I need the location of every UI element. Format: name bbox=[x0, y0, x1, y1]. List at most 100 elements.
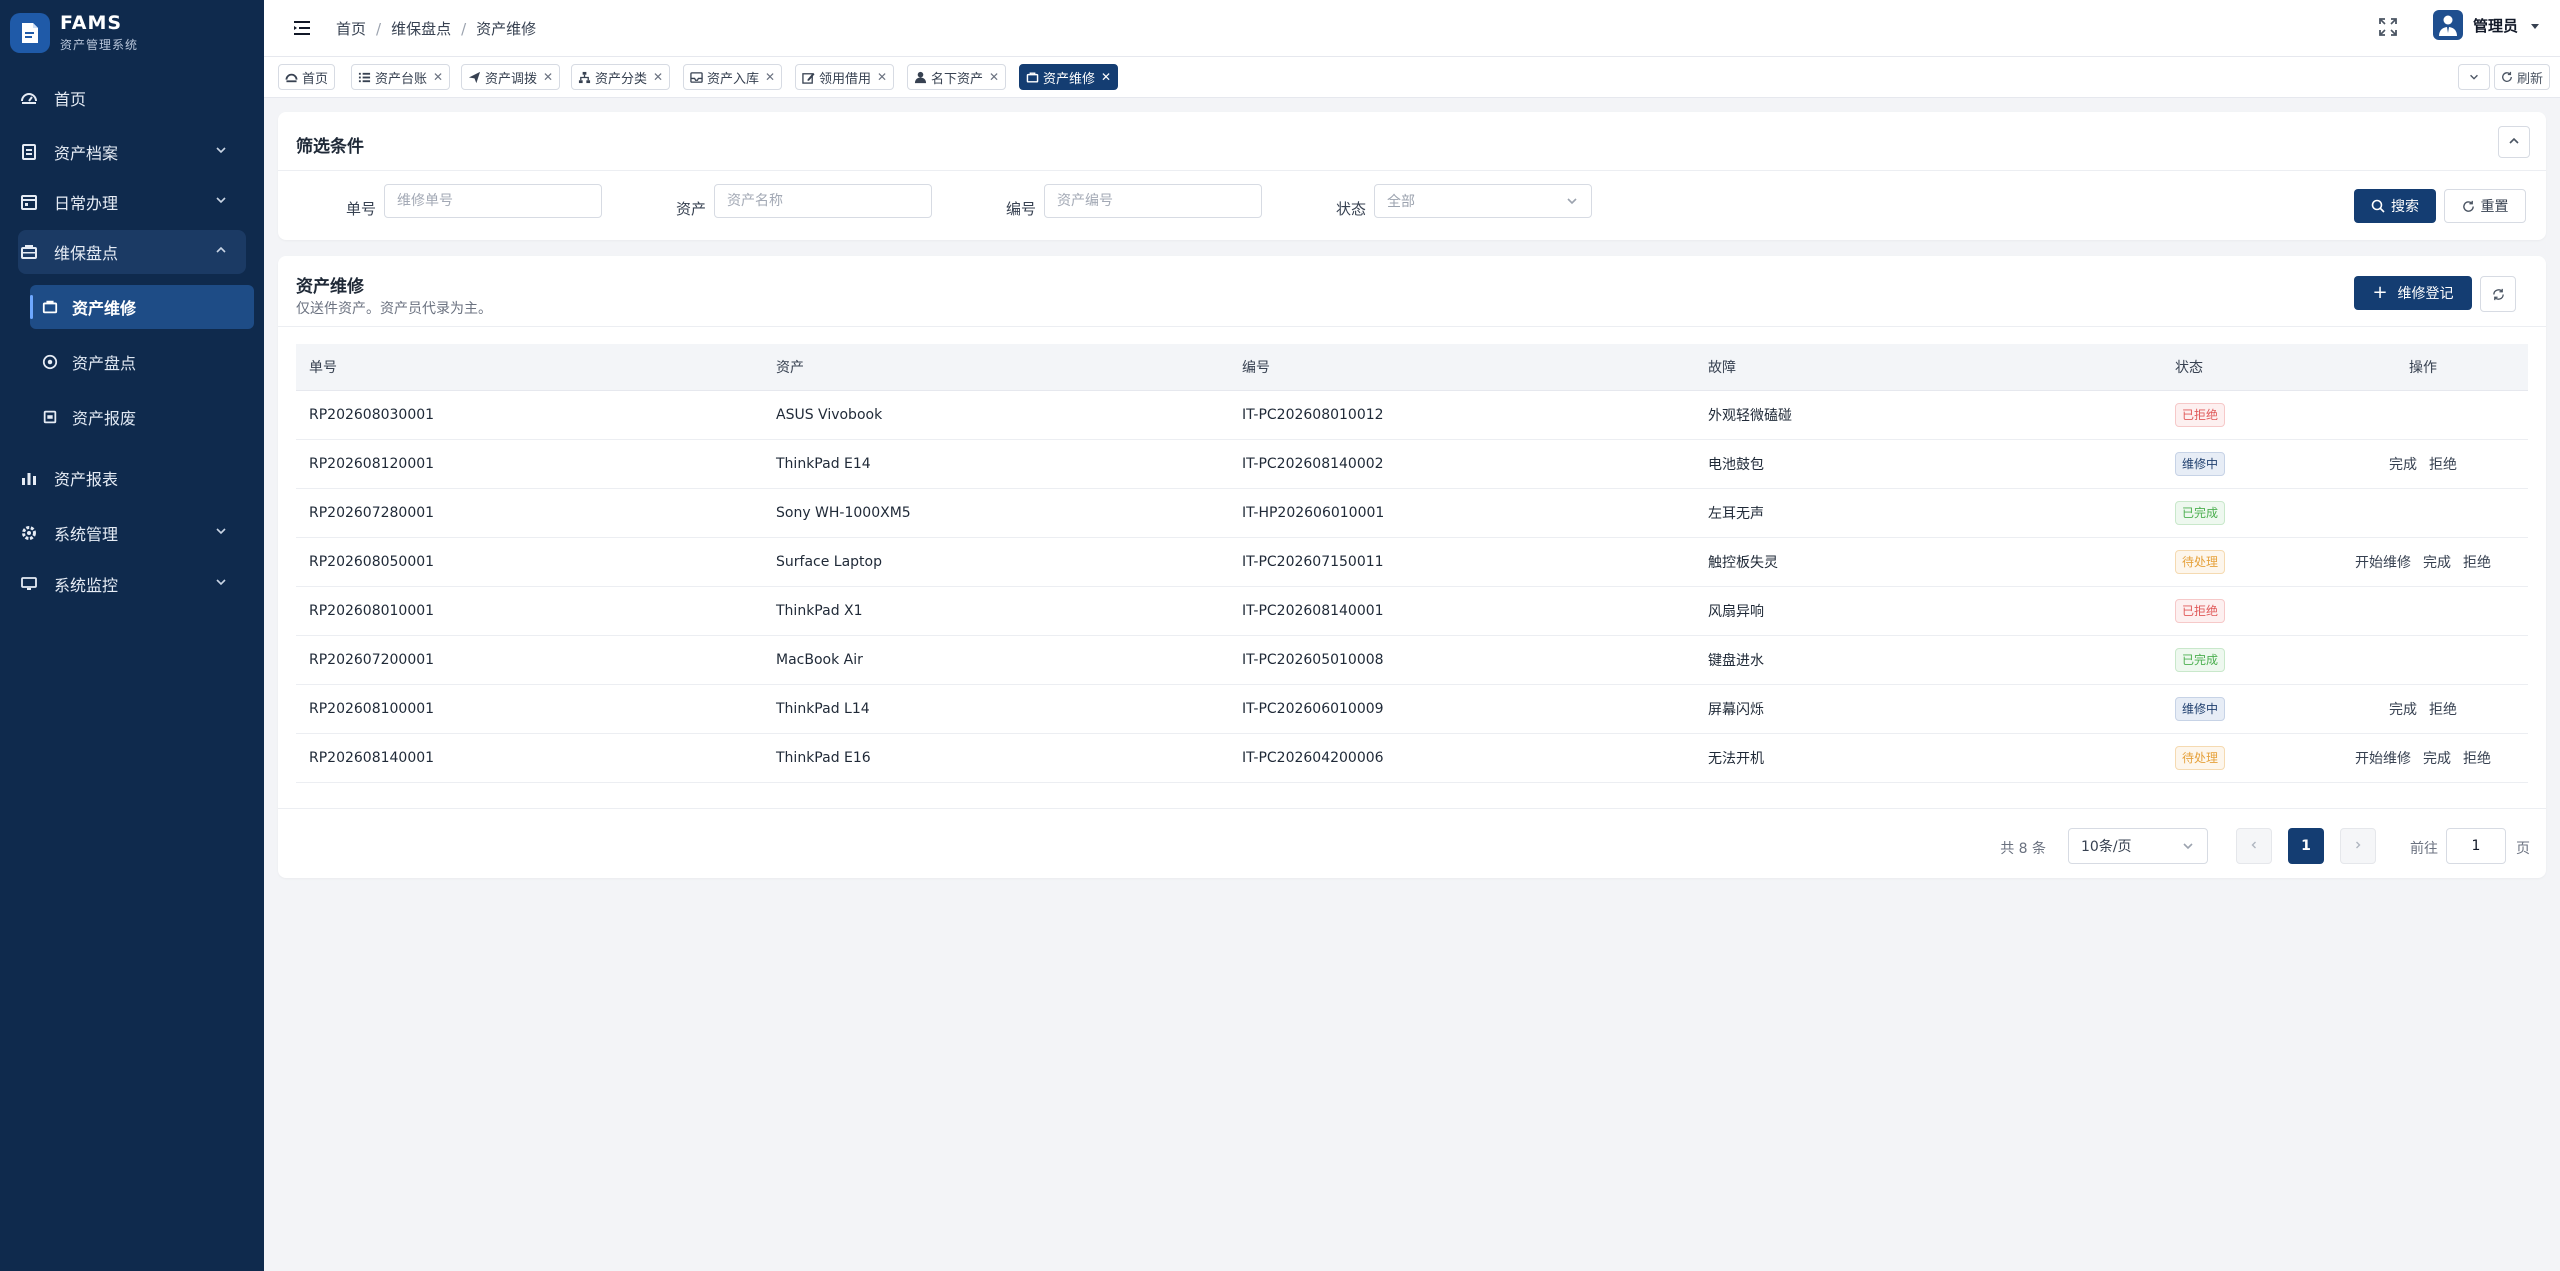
fault-cell: 屏幕闪烁 bbox=[1695, 684, 2162, 734]
tab-home[interactable]: 首页 bbox=[278, 64, 336, 90]
breadcrumb: 首页 / 维保盘点 / 资产维修 bbox=[336, 20, 537, 38]
breadcrumb-item[interactable]: 维保盘点 bbox=[391, 20, 451, 38]
sidebar-item-archive[interactable]: 资产档案 bbox=[18, 130, 246, 174]
tab-label: 领用借用 bbox=[819, 71, 872, 87]
column-header: 故障 bbox=[1695, 344, 2162, 391]
breadcrumb-item[interactable]: 首页 bbox=[336, 20, 366, 38]
collapse-button[interactable] bbox=[2498, 126, 2530, 158]
chevron-down-icon bbox=[2181, 839, 2195, 857]
close-icon[interactable]: ✕ bbox=[989, 70, 999, 84]
tabs-dropdown-button[interactable] bbox=[2458, 64, 2490, 90]
status-cell: 已拒绝 bbox=[2162, 586, 2318, 636]
brand: FAMS 资产管理系统 bbox=[10, 12, 138, 53]
brand-subtitle: 资产管理系统 bbox=[60, 38, 139, 52]
sidebar-subitem-repair[interactable]: 资产维修 bbox=[30, 285, 254, 329]
code-cell: IT-PC202604200006 bbox=[1229, 733, 1695, 783]
actions-cell bbox=[2318, 586, 2528, 636]
actions-cell: 完成 拒绝 bbox=[2318, 439, 2528, 489]
reset-button[interactable]: 重置 bbox=[2444, 189, 2526, 223]
fault-cell: 触控板失灵 bbox=[1695, 537, 2162, 587]
row-action-button[interactable]: 拒绝 bbox=[2429, 457, 2457, 473]
asset-input[interactable] bbox=[714, 184, 932, 218]
asset-cell: ASUS Vivobook bbox=[763, 390, 1229, 440]
search-button[interactable]: 搜索 bbox=[2354, 189, 2436, 223]
sidebar-item-home[interactable]: 首页 bbox=[18, 76, 246, 120]
close-icon[interactable]: ✕ bbox=[543, 70, 553, 84]
sidebar-item-system[interactable]: 系统管理 bbox=[18, 511, 246, 555]
menu-toggle-icon[interactable] bbox=[290, 16, 314, 40]
status-cell: 已拒绝 bbox=[2162, 390, 2318, 440]
divider bbox=[278, 808, 2546, 809]
status-badge: 待处理 bbox=[2175, 746, 2226, 770]
sidebar-subitem-label: 资产维修 bbox=[72, 299, 137, 318]
status-label: 状态 bbox=[1336, 200, 1367, 218]
status-badge: 已拒绝 bbox=[2175, 599, 2226, 623]
row-action-button[interactable]: 开始维修 bbox=[2355, 555, 2411, 571]
reload-button[interactable] bbox=[2480, 276, 2516, 312]
order-no-cell: RP202608010001 bbox=[296, 586, 763, 636]
goto-page-input[interactable] bbox=[2446, 828, 2506, 864]
tab-asset-transfer[interactable]: 资产调拨 ✕ bbox=[461, 64, 561, 90]
tab-asset-category[interactable]: 资产分类 ✕ bbox=[571, 64, 671, 90]
row-action-button[interactable]: 完成 bbox=[2423, 751, 2451, 767]
row-action-button[interactable]: 拒绝 bbox=[2463, 555, 2491, 571]
asset-cell: ThinkPad E14 bbox=[763, 439, 1229, 489]
refresh-tab-button[interactable]: 刷新 bbox=[2493, 64, 2550, 90]
row-action-button[interactable]: 拒绝 bbox=[2429, 702, 2457, 718]
chevron-down-icon bbox=[214, 192, 228, 211]
order-no-cell: RP202608140001 bbox=[296, 733, 763, 783]
tab-my-assets[interactable]: 名下资产 ✕ bbox=[907, 64, 1007, 90]
chevron-down-icon bbox=[214, 142, 228, 161]
close-icon[interactable]: ✕ bbox=[765, 70, 775, 84]
sidebar-subitem-inventory[interactable]: 资产盘点 bbox=[30, 340, 254, 384]
prev-page-button[interactable] bbox=[2236, 828, 2272, 864]
order-no-cell: RP202608100001 bbox=[296, 684, 763, 734]
section-subtitle: 仅送件资产。资产员代录为主。 bbox=[296, 301, 492, 317]
sidebar-item-monitor[interactable]: 系统监控 bbox=[18, 562, 246, 606]
breadcrumb-item-current: 资产维修 bbox=[476, 20, 537, 38]
tabs-bar: 首页 资产台账 ✕ 资产调拨 ✕ 资产分类 ✕ 资产入库 ✕ 领用借用 ✕ 名下… bbox=[264, 57, 2560, 98]
close-icon[interactable]: ✕ bbox=[653, 70, 663, 84]
tab-asset-repair[interactable]: 资产维修 ✕ bbox=[1019, 64, 1119, 90]
close-icon[interactable]: ✕ bbox=[1101, 70, 1111, 84]
tab-borrow[interactable]: 领用借用 ✕ bbox=[795, 64, 895, 90]
dashboard-icon bbox=[285, 71, 298, 84]
row-action-button[interactable]: 开始维修 bbox=[2355, 751, 2411, 767]
page-size-select[interactable]: 10条/页 bbox=[2068, 828, 2208, 864]
row-action-button[interactable]: 完成 bbox=[2423, 555, 2451, 571]
tab-asset-ledger[interactable]: 资产台账 ✕ bbox=[351, 64, 451, 90]
page-number-current[interactable]: 1 bbox=[2288, 828, 2324, 864]
close-icon[interactable]: ✕ bbox=[877, 70, 887, 84]
order-no-input[interactable] bbox=[384, 184, 602, 218]
order-no-cell: RP202608050001 bbox=[296, 537, 763, 587]
add-repair-label: 维修登记 bbox=[2397, 286, 2454, 302]
fullscreen-icon[interactable] bbox=[2378, 17, 2400, 39]
row-action-button[interactable]: 完成 bbox=[2389, 457, 2417, 473]
close-icon[interactable]: ✕ bbox=[433, 70, 443, 84]
table-header-row: 单号 资产 编号 故障 状态 操作 bbox=[296, 344, 2528, 391]
list-icon bbox=[358, 71, 371, 84]
tab-asset-inbound[interactable]: 资产入库 ✕ bbox=[683, 64, 783, 90]
sidebar-item-maintenance[interactable]: 维保盘点 bbox=[18, 230, 246, 274]
sidebar-item-label: 资产报表 bbox=[54, 470, 119, 489]
sidebar-subitem-scrap[interactable]: 资产报废 bbox=[30, 395, 254, 439]
page-size-value: 10条/页 bbox=[2081, 839, 2132, 855]
user-menu[interactable]: 管理员 bbox=[2432, 10, 2540, 40]
next-page-button[interactable] bbox=[2340, 828, 2376, 864]
sidebar-item-reports[interactable]: 资产报表 bbox=[18, 456, 246, 500]
pagination: 共 8 条 10条/页 1 前往 页 bbox=[278, 808, 2546, 864]
status-badge: 已完成 bbox=[2175, 501, 2226, 525]
reset-label: 重置 bbox=[2480, 199, 2509, 215]
status-cell: 待处理 bbox=[2162, 733, 2318, 783]
sidebar-item-daily[interactable]: 日常办理 bbox=[18, 180, 246, 224]
fault-cell: 外观轻微磕碰 bbox=[1695, 390, 2162, 440]
row-action-button[interactable]: 拒绝 bbox=[2463, 751, 2491, 767]
monitor-icon bbox=[18, 575, 40, 593]
send-icon bbox=[468, 71, 481, 84]
add-repair-button[interactable]: + 维修登记 bbox=[2354, 276, 2472, 310]
row-action-button[interactable]: 完成 bbox=[2389, 702, 2417, 718]
code-input[interactable] bbox=[1044, 184, 1262, 218]
tab-label: 首页 bbox=[302, 71, 329, 87]
code-cell: IT-PC202608140001 bbox=[1229, 586, 1695, 636]
status-select[interactable]: 全部 bbox=[1374, 184, 1592, 218]
